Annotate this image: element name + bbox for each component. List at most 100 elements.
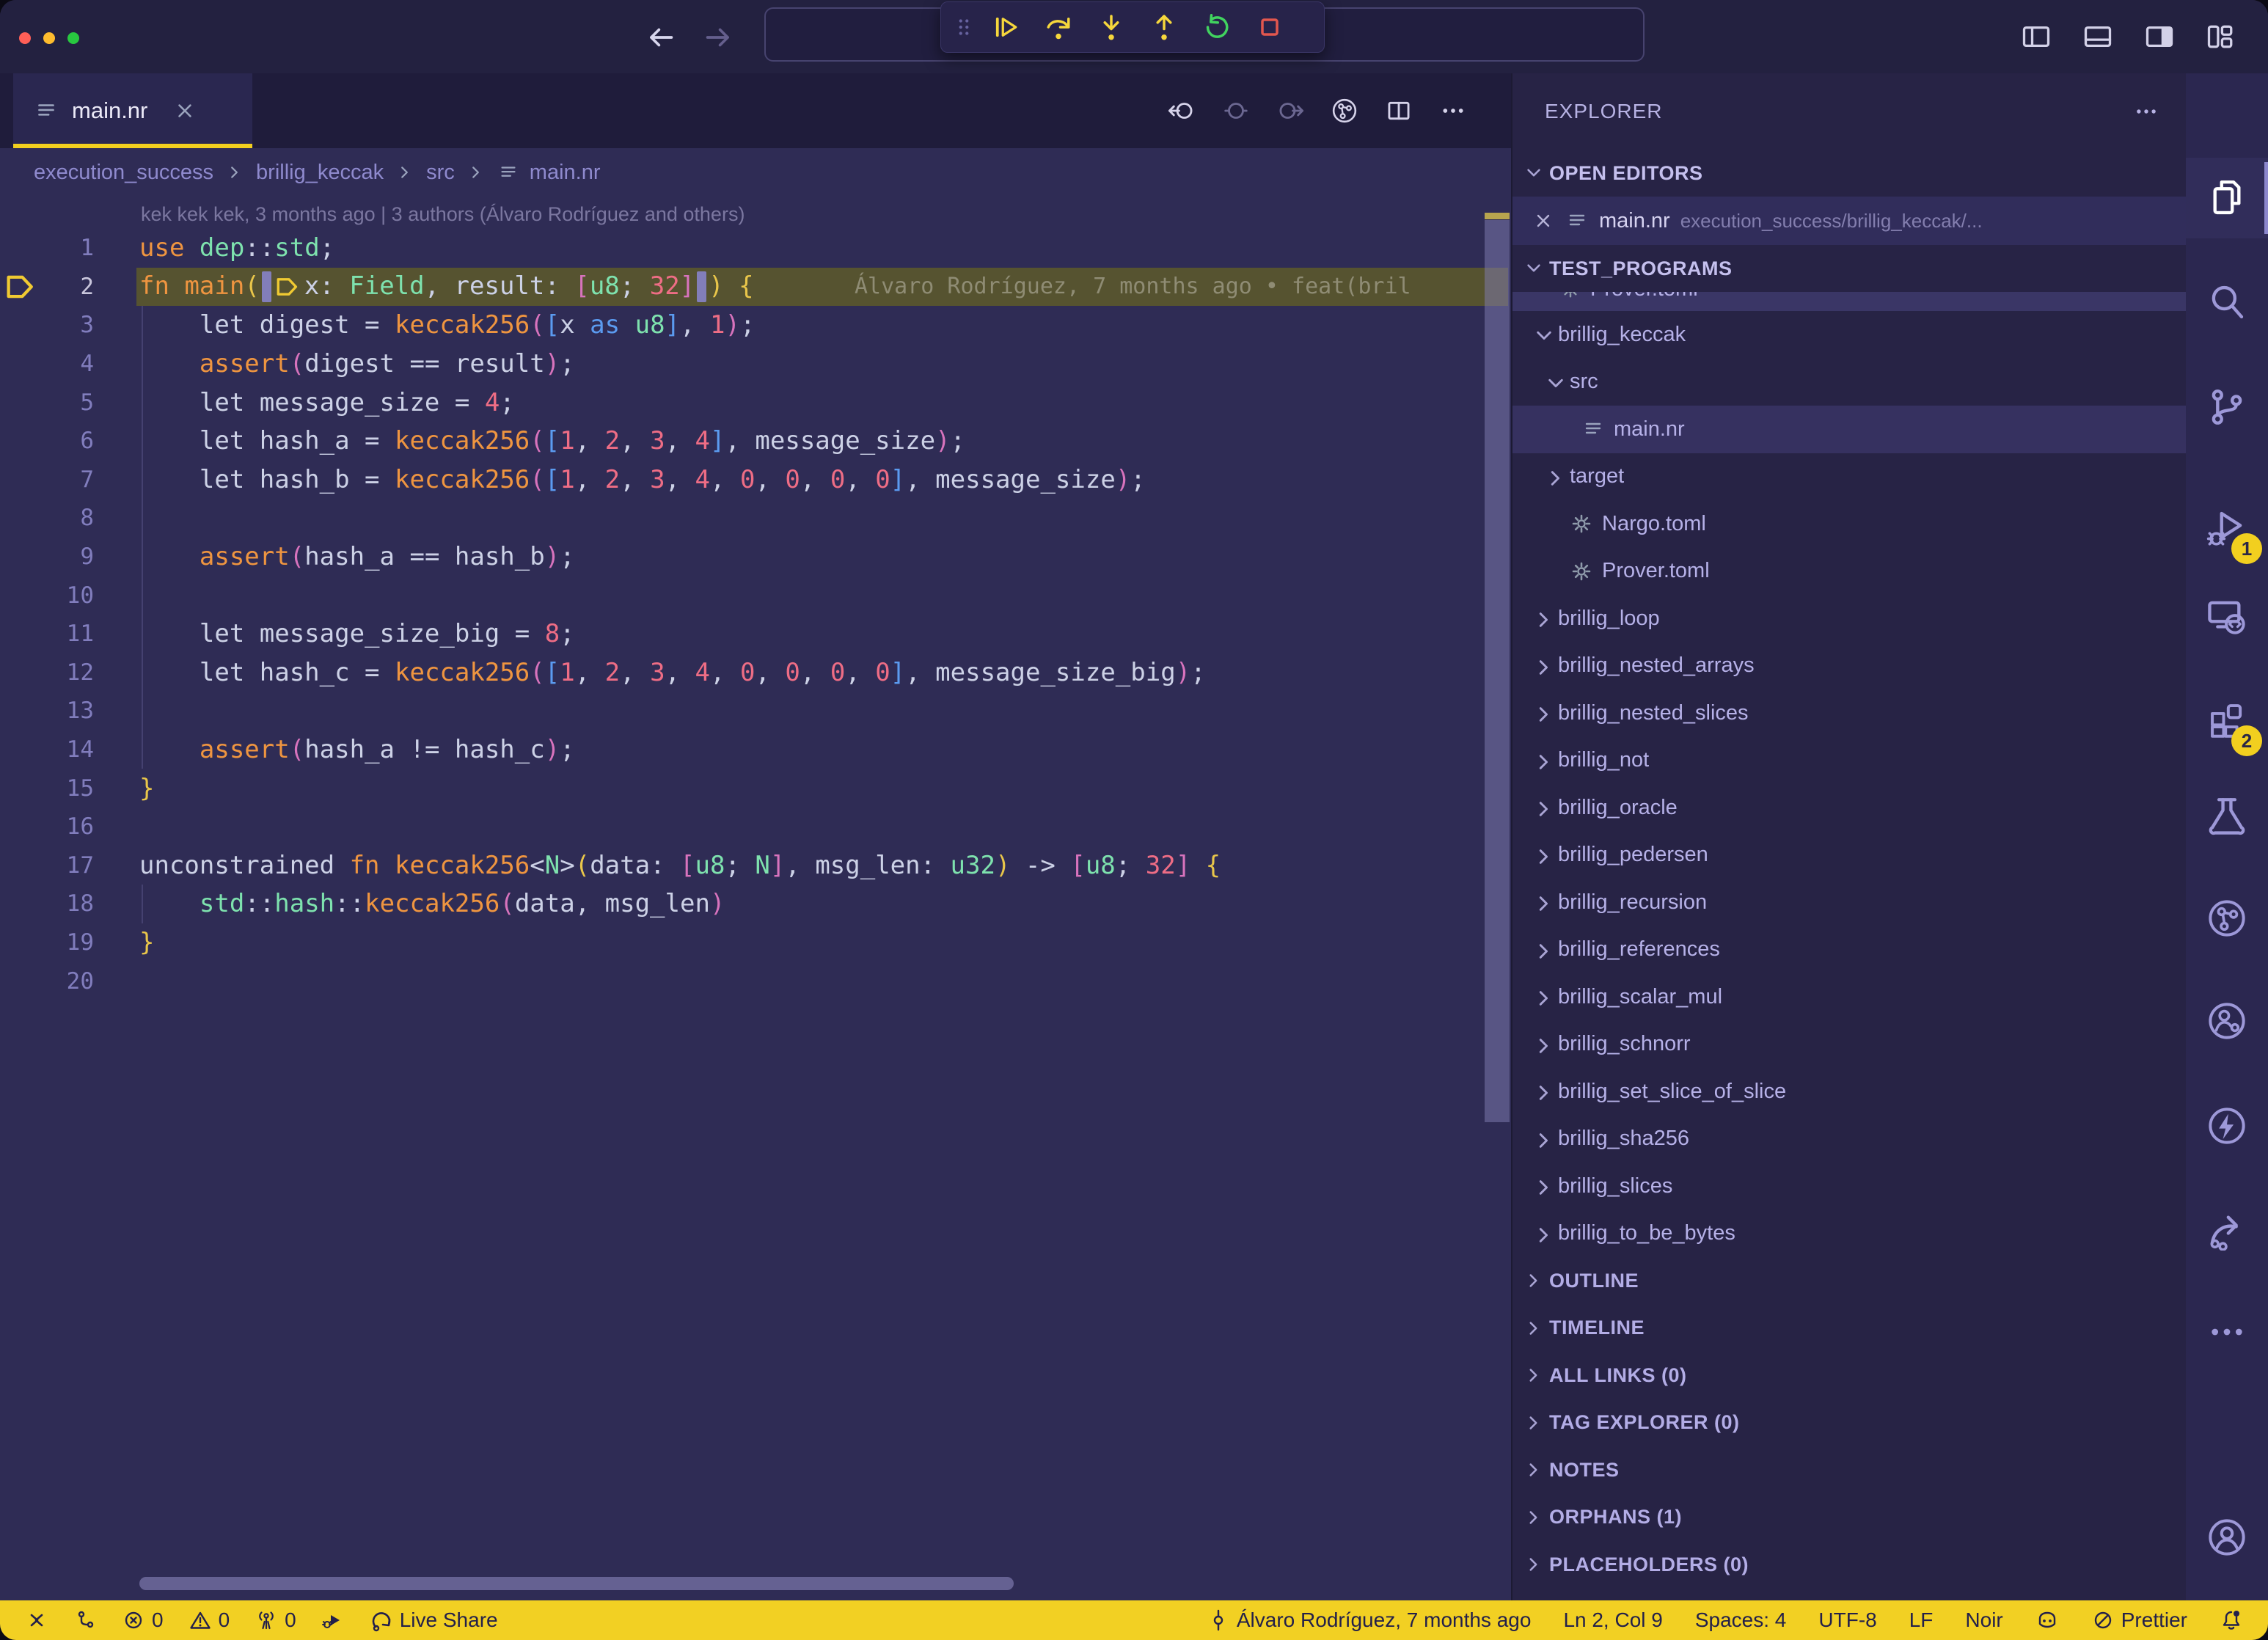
code-line-11[interactable]: 11 let message_size_big = 8; (0, 615, 1511, 654)
tree-item-target[interactable]: target (1512, 453, 2186, 501)
activity-run-and-debug[interactable]: 1 (2186, 488, 2268, 568)
status-forwarded-ports[interactable]: 0 (255, 1608, 296, 1632)
status-language-mode[interactable]: Noir (1965, 1608, 2002, 1632)
status-formatter[interactable]: Prettier (2091, 1608, 2187, 1632)
tree-item-Nargo.toml[interactable]: Nargo.toml (1512, 500, 2186, 548)
toggle-panel-left-button[interactable] (2020, 21, 2052, 53)
history-forward-button[interactable] (703, 22, 734, 53)
activity-account[interactable] (2186, 1497, 2268, 1578)
split-editor-button[interactable] (1385, 97, 1413, 125)
code-line-4[interactable]: 4 assert(digest == result); (0, 345, 1511, 384)
breadcrumb-item-src[interactable]: src (426, 161, 455, 185)
open-editor-item[interactable]: main.nr execution_success/brillig_keccak… (1512, 197, 2186, 245)
status-notifications[interactable] (2220, 1608, 2243, 1632)
step-into-button[interactable] (1088, 7, 1135, 48)
drag-handle-icon[interactable] (951, 15, 976, 40)
section-notes[interactable]: NOTES (1512, 1446, 2186, 1494)
activity-search[interactable] (2186, 262, 2268, 343)
continue-button[interactable] (982, 7, 1029, 48)
close-window-button[interactable] (19, 32, 31, 44)
activity-graph-view[interactable] (2186, 878, 2268, 959)
code-line-5[interactable]: 5 let message_size = 4; (0, 383, 1511, 422)
open-editors-header[interactable]: OPEN EDITORS (1512, 150, 2186, 197)
section-backlinks[interactable]: BACKLINKS (1512, 1589, 2186, 1601)
code-line-9[interactable]: 9 assert(hash_a == hash_b); (0, 538, 1511, 576)
activity-additional-views[interactable] (2186, 1292, 2268, 1372)
status-encoding[interactable]: UTF-8 (1818, 1608, 1876, 1632)
code-line-6[interactable]: 6 let hash_a = keccak256([1, 2, 3, 4], m… (0, 422, 1511, 461)
breadcrumb-item-brillig_keccak[interactable]: brillig_keccak (256, 161, 384, 185)
status-git-graph[interactable] (73, 1608, 97, 1632)
tree-item-src[interactable]: src (1512, 359, 2186, 406)
tree-item-brillig_pedersen[interactable]: brillig_pedersen (1512, 832, 2186, 879)
activity-extensions[interactable]: 2 (2186, 680, 2268, 761)
step-out-button[interactable] (1141, 7, 1188, 48)
activity-testing[interactable] (2186, 775, 2268, 856)
section-placeholders-0-[interactable]: PLACEHOLDERS (0) (1512, 1541, 2186, 1589)
status-errors[interactable]: 0 (122, 1608, 164, 1632)
breadcrumb-item-execution_success[interactable]: execution_success (34, 161, 213, 185)
status-live-share[interactable]: Live Share (370, 1608, 498, 1632)
close-icon[interactable] (172, 98, 197, 123)
toggle-panel-right-button[interactable] (2143, 21, 2176, 53)
activity-share[interactable] (2186, 1189, 2268, 1270)
nav-position-button[interactable] (1222, 97, 1250, 125)
debug-current-line-icon[interactable] (0, 274, 41, 300)
tree-item-Prover.toml[interactable]: Prover.toml (1512, 548, 2186, 596)
step-over-button[interactable] (1035, 7, 1082, 48)
activity-source-control[interactable] (2186, 367, 2268, 447)
code-line-12[interactable]: 12 let hash_c = keccak256([1, 2, 3, 4, 0… (0, 654, 1511, 692)
section-tag-explorer-0-[interactable]: TAG EXPLORER (0) (1512, 1399, 2186, 1447)
code-line-20[interactable]: 20 (0, 962, 1511, 1000)
code-editor[interactable]: kek kek kek, 3 months ago | 3 authors (Á… (0, 197, 1511, 1600)
section-orphans-1-[interactable]: ORPHANS (1) (1512, 1494, 2186, 1542)
section-all-links-0-[interactable]: ALL LINKS (0) (1512, 1352, 2186, 1399)
code-line-15[interactable]: 15} (0, 769, 1511, 808)
code-line-16[interactable]: 16 (0, 808, 1511, 846)
breadcrumb-item-main.nr[interactable]: main.nr (530, 161, 601, 185)
test-programs-header[interactable]: TEST_PROGRAMS (1512, 245, 2186, 292)
horizontal-scrollbar[interactable] (139, 1577, 1014, 1590)
tree-item-brillig_loop[interactable]: brillig_loop (1512, 595, 2186, 643)
code-line-1[interactable]: 1use dep::std; (0, 229, 1511, 268)
status-debug-status[interactable] (321, 1608, 345, 1632)
customize-layout-button[interactable] (2205, 21, 2237, 53)
stop-button[interactable] (1246, 7, 1293, 48)
tab-main-nr[interactable]: main.nr (13, 73, 252, 148)
vertical-scrollbar[interactable] (1485, 220, 1510, 1122)
status-remote[interactable] (25, 1608, 48, 1632)
section-timeline[interactable]: TIMELINE (1512, 1305, 2186, 1352)
tree-item-brillig_set_slice_of_slice[interactable]: brillig_set_slice_of_slice (1512, 1068, 2186, 1116)
code-line-19[interactable]: 19} (0, 923, 1511, 962)
history-back-button[interactable] (645, 22, 676, 53)
zoom-window-button[interactable] (67, 32, 79, 44)
code-line-17[interactable]: 17unconstrained fn keccak256<N>(data: [u… (0, 846, 1511, 885)
tree-item-brillig_slices[interactable]: brillig_slices (1512, 1163, 2186, 1210)
activity-thunder-client[interactable] (2186, 1086, 2268, 1166)
status-blame[interactable]: Álvaro Rodríguez, 7 months ago (1207, 1608, 1532, 1632)
activity-contacts[interactable] (2186, 981, 2268, 1061)
status-cursor-position[interactable]: Ln 2, Col 9 (1563, 1608, 1662, 1632)
tree-item-brillig_oracle[interactable]: brillig_oracle (1512, 784, 2186, 832)
nav-forward-button[interactable] (1276, 97, 1304, 125)
status-copilot[interactable] (2035, 1608, 2059, 1632)
nav-back-button[interactable] (1168, 97, 1196, 125)
restart-button[interactable] (1193, 7, 1240, 48)
code-line-2[interactable]: 2fn main(x: Field, result: [u8; 32]) {Ál… (0, 268, 1511, 307)
tree-item-brillig_scalar_mul[interactable]: brillig_scalar_mul (1512, 973, 2186, 1021)
clipped-tree-row[interactable]: Prover.toml (1512, 292, 2186, 311)
tree-item-brillig_not[interactable]: brillig_not (1512, 737, 2186, 785)
ellipsis-icon[interactable] (2133, 98, 2159, 125)
tree-item-brillig_sha256[interactable]: brillig_sha256 (1512, 1116, 2186, 1163)
code-line-18[interactable]: 18 std::hash::keccak256(data, msg_len) (0, 885, 1511, 923)
status-indentation[interactable]: Spaces: 4 (1695, 1608, 1787, 1632)
toggle-panel-bottom-button[interactable] (2082, 21, 2114, 53)
tree-item-main.nr[interactable]: main.nr (1512, 406, 2186, 453)
code-line-7[interactable]: 7 let hash_b = keccak256([1, 2, 3, 4, 0,… (0, 461, 1511, 499)
tree-item-brillig_schnorr[interactable]: brillig_schnorr (1512, 1021, 2186, 1069)
minimize-window-button[interactable] (43, 32, 55, 44)
status-eol[interactable]: LF (1909, 1608, 1934, 1632)
activity-explorer[interactable] (2186, 158, 2268, 238)
more-actions-button[interactable] (1439, 97, 1467, 125)
open-graph-button[interactable] (1331, 97, 1358, 125)
